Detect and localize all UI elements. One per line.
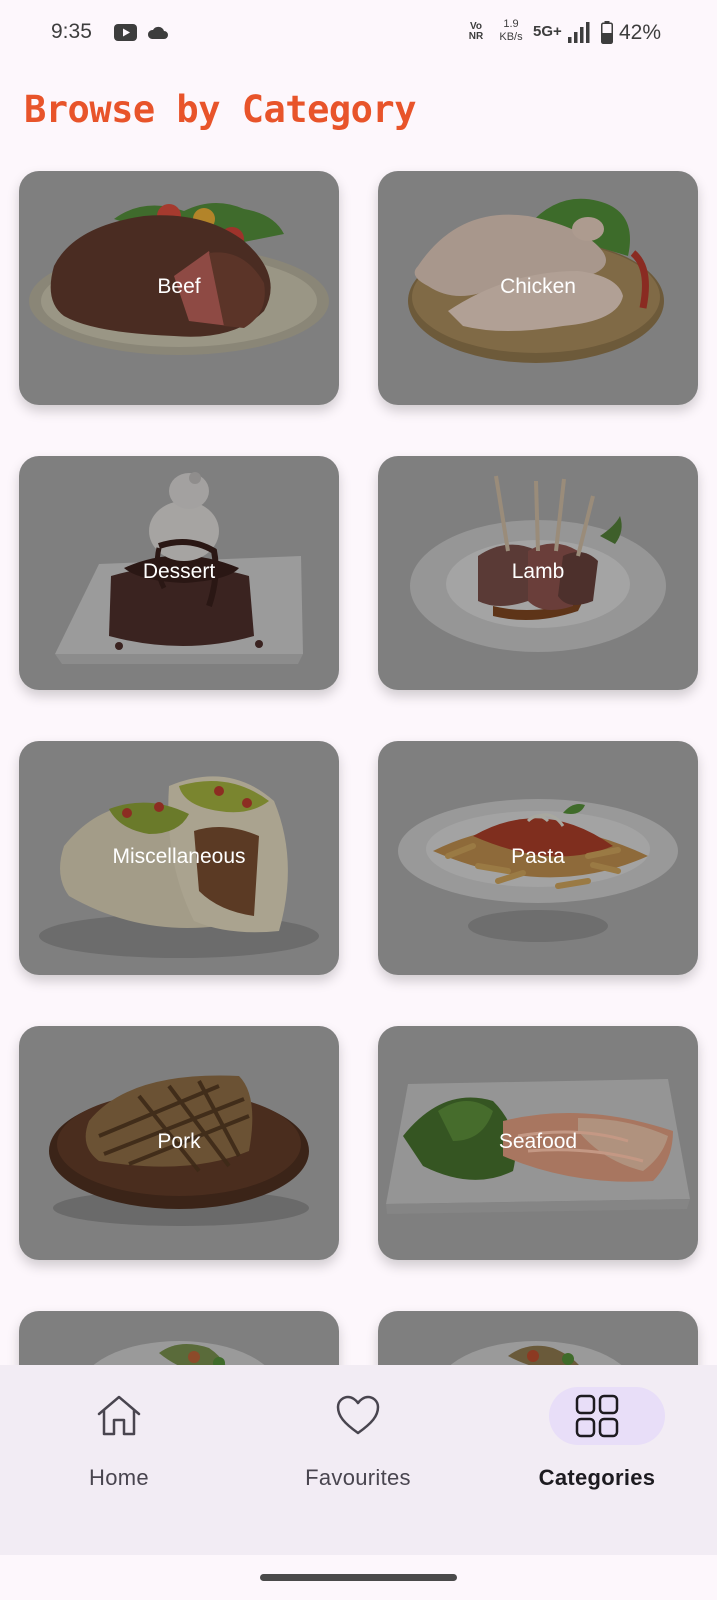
category-card-pork[interactable]: Pork: [19, 1026, 339, 1260]
nav-label: Categories: [538, 1465, 656, 1490]
category-label: Miscellaneous: [112, 845, 246, 868]
nav-item-home[interactable]: Home: [19, 1387, 219, 1507]
bottom-navigation: Home Favourites Categories: [0, 1365, 717, 1555]
category-grid: Browse by Category Beef Chicken Dessert …: [0, 0, 717, 1365]
category-label: Beef: [157, 275, 201, 298]
category-image: [93, 1341, 265, 1365]
page-title: Browse by Category: [24, 88, 416, 131]
gesture-handle[interactable]: [260, 1574, 457, 1581]
category-card-seafood[interactable]: Seafood: [378, 1026, 698, 1260]
category-label: Lamb: [511, 560, 565, 583]
category-card-dessert[interactable]: Dessert: [19, 456, 339, 690]
grid-icon: [575, 1394, 619, 1438]
category-image: [450, 1341, 622, 1365]
category-label: Chicken: [500, 275, 576, 298]
category-card-pasta[interactable]: Pasta: [378, 741, 698, 975]
nav-label: Favourites: [305, 1465, 411, 1490]
nav-item-categories[interactable]: Categories: [497, 1387, 697, 1507]
category-card[interactable]: [19, 1311, 339, 1365]
category-card-miscellaneous[interactable]: Miscellaneous: [19, 741, 339, 975]
category-card-beef[interactable]: Beef: [19, 171, 339, 405]
category-label: Dessert: [142, 560, 216, 583]
home-icon: [97, 1395, 141, 1436]
category-card-chicken[interactable]: Chicken: [378, 171, 698, 405]
category-label: Pasta: [511, 845, 565, 868]
heart-icon: [336, 1395, 380, 1435]
nav-item-favourites[interactable]: Favourites: [258, 1387, 458, 1507]
category-card-lamb[interactable]: Lamb: [378, 456, 698, 690]
nav-label: Home: [89, 1465, 149, 1490]
category-label: Seafood: [498, 1130, 578, 1153]
category-label: Pork: [157, 1130, 201, 1153]
category-card[interactable]: [378, 1311, 698, 1365]
